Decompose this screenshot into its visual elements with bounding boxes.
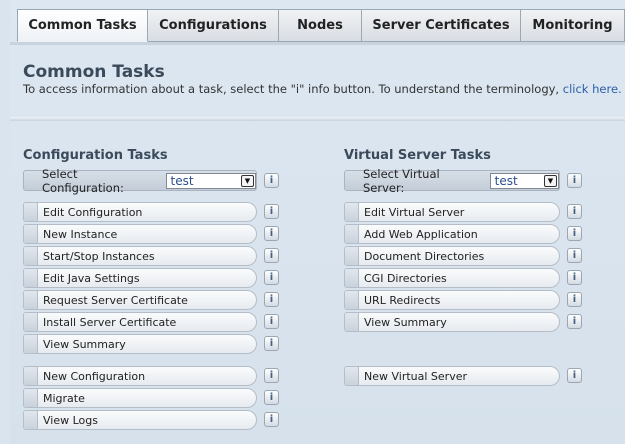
select-configuration-label: Select Configuration: (42, 166, 124, 195)
config-task-install-server-certificate[interactable]: Install Server Certificate (23, 312, 257, 332)
virtual-server-task-document-directories[interactable]: Document Directories (344, 246, 560, 266)
page-title: Common Tasks (23, 62, 165, 82)
info-icon[interactable]: i (567, 292, 582, 307)
header-divider (10, 117, 625, 121)
info-icon[interactable]: i (264, 368, 279, 383)
configuration-select-value: test (170, 173, 194, 188)
select-virtual-server-label: Select Virtual Server: (363, 166, 440, 195)
task-label: Start/Stop Instances (43, 249, 155, 263)
info-icon[interactable]: i (264, 314, 279, 329)
info-icon[interactable]: i (264, 204, 279, 219)
chevron-down-icon: ▼ (544, 174, 557, 187)
task-label: Edit Configuration (43, 205, 143, 219)
select-virtual-server-row: Select Virtual Server: test ▼ (344, 167, 560, 195)
tab-common-tasks[interactable]: Common Tasks (17, 9, 148, 42)
info-icon[interactable]: i (567, 204, 582, 219)
virtual-server-task-new-virtual-server[interactable]: New Virtual Server (344, 366, 560, 386)
task-label: Migrate (43, 391, 85, 405)
task-label: Edit Virtual Server (364, 205, 465, 219)
config-task-request-server-certificate[interactable]: Request Server Certificate (23, 290, 257, 310)
task-label: View Summary (364, 315, 447, 329)
task-label: New Configuration (43, 369, 146, 383)
terminology-link[interactable]: click here. (563, 82, 622, 96)
config-task-start-stop-instances[interactable]: Start/Stop Instances (23, 246, 257, 266)
config-task-view-logs[interactable]: View Logs (23, 410, 257, 430)
info-icon[interactable]: i (567, 248, 582, 263)
task-label: Add Web Application (364, 227, 478, 241)
virtual-server-task-view-summary[interactable]: View Summary (344, 312, 560, 332)
config-task-edit-configuration[interactable]: Edit Configuration (23, 202, 257, 222)
tab-server-certificates[interactable]: Server Certificates (362, 9, 521, 42)
configuration-tasks-title: Configuration Tasks (23, 148, 168, 163)
select-configuration-row: Select Configuration: test ▼ (23, 167, 257, 195)
task-label: New Virtual Server (364, 369, 468, 383)
task-label: CGI Directories (364, 271, 447, 285)
tab-underline (10, 42, 625, 45)
info-icon[interactable]: i (264, 412, 279, 427)
virtual-server-task-add-web-application[interactable]: Add Web Application (344, 224, 560, 244)
tab-configurations[interactable]: Configurations (148, 9, 279, 42)
config-task-new-configuration[interactable]: New Configuration (23, 366, 257, 386)
tab-bar: Common Tasks Configurations Nodes Server… (17, 9, 625, 43)
info-icon[interactable]: i (264, 248, 279, 263)
task-label: URL Redirects (364, 293, 441, 307)
select-virtual-server-info-icon[interactable]: i (567, 173, 582, 188)
description-text: To access information about a task, sele… (23, 82, 560, 96)
task-label: Edit Java Settings (43, 271, 140, 285)
select-configuration-info-icon[interactable]: i (264, 173, 279, 188)
virtual-server-task-cgi-directories[interactable]: CGI Directories (344, 268, 560, 288)
info-icon[interactable]: i (264, 270, 279, 285)
virtual-server-select-value: test (494, 173, 518, 188)
info-icon[interactable]: i (567, 368, 582, 383)
config-task-view-summary[interactable]: View Summary (23, 334, 257, 354)
virtual-server-task-url-redirects[interactable]: URL Redirects (344, 290, 560, 310)
task-label: Request Server Certificate (43, 293, 188, 307)
tab-nodes[interactable]: Nodes (279, 9, 362, 42)
info-icon[interactable]: i (264, 390, 279, 405)
task-label: View Summary (43, 337, 126, 351)
config-task-migrate[interactable]: Migrate (23, 388, 257, 408)
task-label: New Instance (43, 227, 118, 241)
config-task-edit-java-settings[interactable]: Edit Java Settings (23, 268, 257, 288)
task-label: Document Directories (364, 249, 485, 263)
tab-monitoring[interactable]: Monitoring (521, 9, 625, 42)
info-icon[interactable]: i (264, 336, 279, 351)
info-icon[interactable]: i (567, 226, 582, 241)
virtual-server-tasks-title: Virtual Server Tasks (344, 148, 491, 163)
chevron-down-icon: ▼ (241, 174, 254, 187)
virtual-server-task-edit-virtual-server[interactable]: Edit Virtual Server (344, 202, 560, 222)
task-label: View Logs (43, 413, 98, 427)
config-task-new-instance[interactable]: New Instance (23, 224, 257, 244)
info-icon[interactable]: i (264, 292, 279, 307)
page-description: To access information about a task, sele… (23, 82, 623, 97)
task-label: Install Server Certificate (43, 315, 177, 329)
info-icon[interactable]: i (264, 226, 279, 241)
virtual-server-select[interactable]: test ▼ (489, 172, 559, 189)
configuration-select[interactable]: test ▼ (165, 172, 256, 189)
info-icon[interactable]: i (567, 270, 582, 285)
info-icon[interactable]: i (567, 314, 582, 329)
